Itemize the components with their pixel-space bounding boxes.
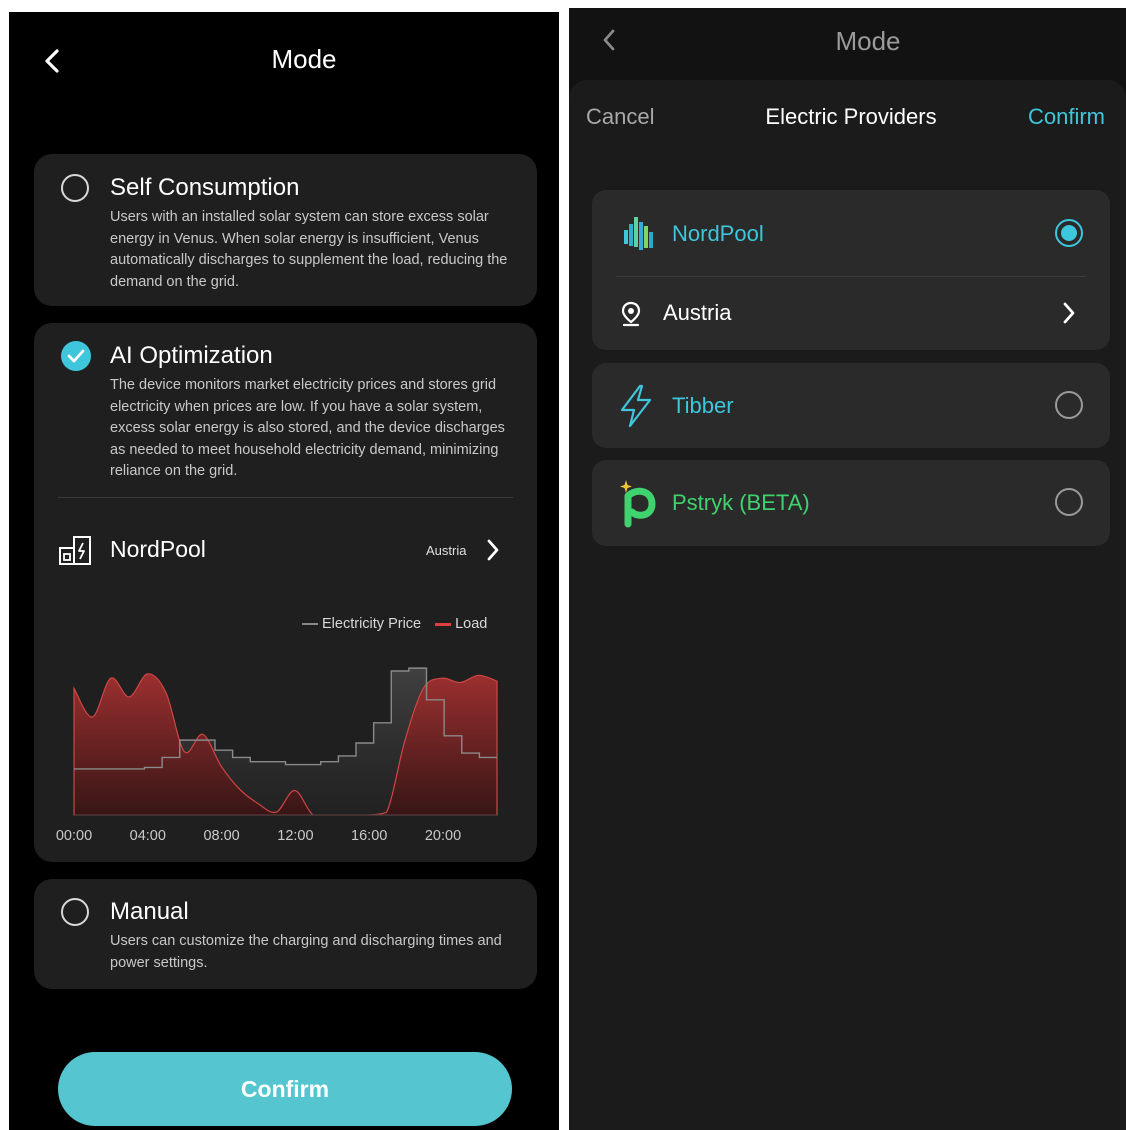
x-tick-label: 12:00 bbox=[277, 828, 313, 844]
provider-sheet: Cancel Electric Providers Confirm NordPo… bbox=[569, 80, 1126, 1130]
legend-swatch-price bbox=[302, 623, 318, 625]
radio-pstryk[interactable] bbox=[1055, 488, 1083, 516]
option-manual[interactable]: Manual Users can customize the charging … bbox=[34, 879, 537, 989]
x-tick-label: 16:00 bbox=[351, 828, 387, 844]
provider-name: Tibber bbox=[672, 393, 734, 418]
region-label: Austria bbox=[663, 300, 732, 325]
power-station-icon bbox=[59, 536, 91, 565]
mode-screen: Mode Self Consumption Users with an inst… bbox=[9, 12, 559, 1130]
sheet-confirm-button[interactable]: Confirm bbox=[1028, 104, 1105, 130]
provider-region: Austria bbox=[426, 543, 467, 558]
legend-label-load: Load bbox=[455, 616, 488, 632]
provider-option-nordpool[interactable]: NordPool bbox=[592, 190, 1110, 276]
option-title: Manual bbox=[110, 898, 189, 925]
price-load-chart: 00:00 04:00 08:00 12:00 16:00 20:00 bbox=[56, 667, 498, 844]
lightning-bolt-icon bbox=[620, 384, 652, 428]
page-title: Mode bbox=[835, 26, 901, 56]
provider-name: NordPool bbox=[110, 536, 206, 562]
chevron-right-icon bbox=[487, 539, 499, 561]
region-row[interactable]: Austria bbox=[592, 277, 1110, 350]
legend-swatch-load bbox=[435, 622, 452, 626]
radio-self-consumption[interactable] bbox=[61, 174, 89, 202]
provider-option-pstryk[interactable]: Pstryk (BETA) bbox=[592, 460, 1110, 546]
x-tick-label: 08:00 bbox=[203, 828, 239, 844]
radio-nordpool-selected[interactable] bbox=[1055, 219, 1083, 247]
option-self-consumption[interactable]: Self Consumption Users with an installed… bbox=[34, 154, 537, 306]
radio-manual[interactable] bbox=[61, 898, 89, 926]
option-description: Users can customize the charging and dis… bbox=[110, 933, 502, 971]
nordpool-logo-icon bbox=[624, 217, 653, 250]
electric-providers-screen: Mode Cancel Electric Providers Confirm N… bbox=[569, 8, 1126, 1130]
option-title: AI Optimization bbox=[110, 342, 273, 369]
provider-name: Pstryk (BETA) bbox=[672, 490, 810, 515]
divider bbox=[58, 497, 513, 498]
chevron-right-icon bbox=[1063, 302, 1075, 324]
legend-label-price: Electricity Price bbox=[322, 616, 422, 632]
checkmark-icon bbox=[67, 349, 85, 363]
radio-tibber[interactable] bbox=[1055, 391, 1083, 419]
provider-name: NordPool bbox=[672, 221, 764, 246]
page-title: Mode bbox=[271, 44, 337, 74]
provider-card-nordpool: NordPool Austria bbox=[592, 190, 1110, 350]
option-description: The device monitors market electricity p… bbox=[110, 377, 505, 479]
x-tick-label: 00:00 bbox=[56, 828, 92, 844]
confirm-button[interactable]: Confirm bbox=[58, 1052, 512, 1126]
option-title: Self Consumption bbox=[110, 174, 300, 201]
option-ai-optimization[interactable]: AI Optimization The device monitors mark… bbox=[34, 323, 537, 862]
x-tick-label: 20:00 bbox=[425, 828, 461, 844]
x-tick-label: 04:00 bbox=[130, 828, 166, 844]
checked-radio-ai-optimization[interactable] bbox=[61, 341, 91, 371]
provider-row[interactable]: NordPool Austria bbox=[58, 528, 513, 572]
location-pin-icon bbox=[621, 301, 641, 327]
provider-option-tibber[interactable]: Tibber bbox=[592, 363, 1110, 448]
pstryk-logo-icon bbox=[620, 480, 656, 528]
option-description: Users with an installed solar system can… bbox=[110, 209, 508, 290]
chart-legend: Electricity Price Load bbox=[302, 616, 487, 632]
